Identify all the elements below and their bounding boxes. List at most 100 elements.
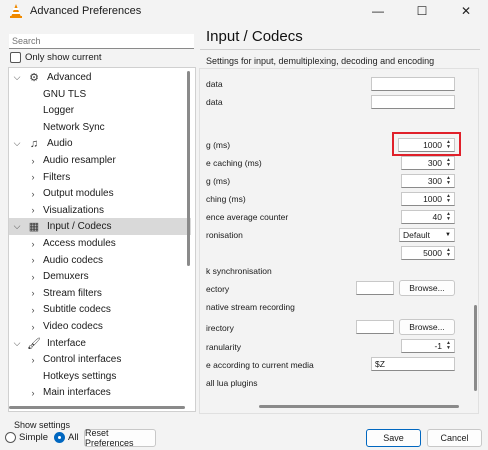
chevron-right-icon[interactable]: › <box>28 355 38 365</box>
paint-roller-icon: 🖌 <box>27 337 41 350</box>
spin-arrows-icon[interactable]: ▲ ▼ <box>444 176 453 187</box>
tree-item-input-codecs[interactable]: ⌵ ▦ Input / Codecs <box>9 218 191 236</box>
tree-item-label: Video codecs <box>43 321 103 332</box>
settings-vertical-scrollbar[interactable] <box>474 305 477 391</box>
tree-item-stream-filters[interactable]: › Stream filters <box>9 285 191 302</box>
preferences-tree[interactable]: ⌵ ⚙ Advanced GNU TLS Logger Network Sync ⌵ ♫ Aud… <box>8 67 196 412</box>
spin-arrows-icon[interactable]: ▲ ▼ <box>444 248 453 259</box>
setting-text-field[interactable] <box>371 95 455 109</box>
vlc-cone-icon <box>10 4 22 18</box>
tree-item-audio-resampler[interactable]: › Audio resampler <box>9 152 191 169</box>
chevron-right-icon[interactable]: › <box>28 322 38 332</box>
tree-item-logger[interactable]: Logger <box>9 102 191 119</box>
chevron-right-icon[interactable]: › <box>28 388 38 398</box>
tree-item-subtitle-codecs[interactable]: › Subtitle codecs <box>9 301 191 318</box>
tree-item-gnu-tls[interactable]: GNU TLS <box>9 86 191 103</box>
tree-item-label: Hotkeys settings <box>43 370 117 382</box>
tree-item-label: Subtitle codecs <box>43 304 111 316</box>
all-radio[interactable] <box>54 432 66 443</box>
only-show-current-checkbox[interactable]: Only show current <box>10 52 102 63</box>
setting-label: irectory <box>206 323 234 333</box>
chevron-right-icon[interactable]: › <box>28 255 38 265</box>
setting-label: ectory <box>206 284 230 294</box>
chevron-down-icon[interactable]: ⌵ <box>12 338 22 349</box>
chevron-right-icon[interactable]: › <box>28 172 38 182</box>
chevron-down-icon[interactable]: ⌵ <box>12 221 22 232</box>
chevron-right-icon[interactable]: › <box>28 205 38 215</box>
chevron-right-icon[interactable]: › <box>28 156 38 166</box>
settings-horizontal-scrollbar[interactable] <box>259 405 459 408</box>
chevron-right-icon[interactable]: › <box>28 239 38 249</box>
tree-item-advanced[interactable]: ⌵ ⚙ Advanced <box>9 69 191 86</box>
show-settings-label: Show settings <box>14 420 71 430</box>
tree-item-audio-codecs[interactable]: › Audio codecs <box>9 252 191 269</box>
tree-item-network-sync[interactable]: Network Sync <box>9 119 191 136</box>
setting-text-field[interactable]: $Z <box>371 357 455 371</box>
panel-title: Input / Codecs <box>206 28 303 45</box>
tree-item-label: Logger <box>43 105 75 117</box>
directory-field[interactable] <box>356 320 394 334</box>
tree-item-access-modules[interactable]: › Access modules <box>9 235 191 252</box>
maximize-button[interactable]: ☐ <box>400 0 444 22</box>
tree-item-interface[interactable]: ⌵ 🖌 Interface <box>9 335 191 352</box>
only-show-current-label: Only show current <box>25 52 102 63</box>
browse-button[interactable]: Browse... <box>399 319 455 335</box>
browse-button[interactable]: Browse... <box>399 280 455 296</box>
tree-item-label: Visualizations <box>43 204 104 216</box>
setting-spinbox[interactable]: -1 ▲ ▼ <box>401 339 455 353</box>
synchronisation-dropdown[interactable]: Default ▼ <box>399 228 455 242</box>
spin-arrows-icon[interactable]: ▲ ▼ <box>444 341 453 352</box>
setting-spinbox[interactable]: 1000 ▲ ▼ <box>401 192 455 206</box>
setting-text-field[interactable] <box>371 77 455 91</box>
setting-label: g (ms) <box>206 176 231 186</box>
section-label: native stream recording <box>206 302 295 312</box>
setting-spinbox[interactable]: 300 ▲ ▼ <box>401 156 455 170</box>
setting-spinbox[interactable]: 40 ▲ ▼ <box>401 210 455 224</box>
checkbox-box[interactable] <box>10 52 21 63</box>
panel-subtitle: Settings for input, demultiplexing, deco… <box>206 56 435 66</box>
search-input[interactable] <box>9 34 194 49</box>
chevron-down-icon[interactable]: ⌵ <box>12 72 22 83</box>
tree-item-visualizations[interactable]: › Visualizations <box>9 202 191 219</box>
spin-arrows-icon[interactable]: ▲ ▼ <box>444 158 453 169</box>
chevron-down-icon: ▼ <box>445 232 451 238</box>
setting-spinbox[interactable]: 300 ▲ ▼ <box>401 174 455 188</box>
tree-item-video-codecs[interactable]: › Video codecs <box>9 318 191 335</box>
tree-item-filters[interactable]: › Filters <box>9 169 191 186</box>
tree-horizontal-scrollbar[interactable] <box>9 406 185 409</box>
setting-label: e caching (ms) <box>206 158 262 168</box>
simple-radio[interactable] <box>5 432 16 443</box>
reset-preferences-button[interactable]: Reset Preferences <box>84 428 156 448</box>
tree-item-audio[interactable]: ⌵ ♫ Audio <box>9 135 191 152</box>
tree-item-label: Audio <box>47 138 73 150</box>
chevron-down-icon[interactable]: ⌵ <box>12 138 22 149</box>
tree-vertical-scrollbar[interactable] <box>187 71 190 266</box>
minimize-button[interactable]: — <box>356 0 400 22</box>
chevron-right-icon[interactable]: › <box>28 288 38 298</box>
tree-item-label: Main interfaces <box>43 387 111 399</box>
tree-item-hotkeys-settings[interactable]: Hotkeys settings <box>9 368 191 385</box>
tree-item-main-interfaces[interactable]: › Main interfaces <box>9 384 191 401</box>
tree-item-output-modules[interactable]: › Output modules <box>9 185 191 202</box>
save-button[interactable]: Save <box>366 429 421 447</box>
spin-arrows-icon[interactable]: ▲ ▼ <box>444 194 453 205</box>
chevron-right-icon[interactable]: › <box>28 305 38 315</box>
tree-item-label: Control interfaces <box>43 354 122 366</box>
input-codecs-icon: ▦ <box>28 221 40 234</box>
close-button[interactable]: ✕ <box>444 0 488 22</box>
setting-spinbox[interactable]: 5000 ▲ ▼ <box>401 246 455 260</box>
red-highlight-box <box>392 132 461 156</box>
setting-label: ching (ms) <box>206 194 246 204</box>
tree-item-control-interfaces[interactable]: › Control interfaces <box>9 351 191 368</box>
spin-arrows-icon[interactable]: ▲ ▼ <box>444 212 453 223</box>
setting-label: e according to current media <box>206 360 314 370</box>
tree-item-demuxers[interactable]: › Demuxers <box>9 268 191 285</box>
chevron-right-icon[interactable]: › <box>28 272 38 282</box>
directory-field[interactable] <box>356 281 394 295</box>
chevron-right-icon[interactable]: › <box>28 189 38 199</box>
tree-item-label: Demuxers <box>43 271 89 283</box>
setting-label: ence average counter <box>206 212 289 222</box>
cancel-button[interactable]: Cancel <box>427 429 482 447</box>
tree-item-label: Input / Codecs <box>47 221 112 233</box>
tree-item-label: Access modules <box>43 238 116 249</box>
